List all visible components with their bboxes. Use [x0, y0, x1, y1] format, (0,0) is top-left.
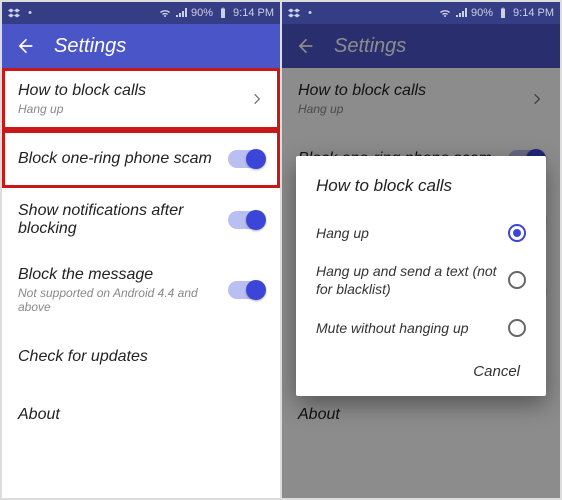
dialog-option-hang-up[interactable]: Hang up	[316, 214, 526, 252]
dropbox-icon	[8, 7, 20, 19]
setting-one-ring-scam[interactable]: Block one-ring phone scam	[2, 130, 280, 188]
dialog-option-hang-up-text[interactable]: Hang up and send a text (not for blackli…	[316, 252, 526, 308]
clock-text: 9:14 PM	[233, 7, 274, 19]
dialog-how-to-block: How to block calls Hang up Hang up and s…	[296, 156, 546, 396]
setting-title: About	[18, 406, 60, 424]
settings-list: How to block calls Hang up Block one-rin…	[2, 68, 280, 444]
setting-show-notifications[interactable]: Show notifications after blocking	[2, 188, 280, 252]
toggle-switch[interactable]	[228, 281, 264, 299]
page-title: Settings	[54, 35, 126, 58]
setting-title: How to block calls	[18, 82, 146, 100]
dialog-title: How to block calls	[316, 176, 526, 196]
dropbox-icon	[288, 7, 300, 19]
clock-text: 9:14 PM	[513, 7, 554, 19]
signal-icon	[175, 7, 187, 19]
wifi-icon	[439, 7, 451, 19]
setting-about[interactable]: About	[2, 386, 280, 444]
status-bar: • 90% 9:14 PM	[282, 2, 560, 24]
setting-title: Block the message	[18, 266, 228, 284]
notification-dot-icon: •	[24, 7, 36, 19]
radio-icon[interactable]	[508, 319, 526, 337]
battery-percent: 90%	[471, 7, 493, 19]
cancel-button[interactable]: Cancel	[467, 355, 526, 388]
chevron-right-icon	[250, 92, 264, 106]
signal-icon	[455, 7, 467, 19]
setting-block-message[interactable]: Block the message Not supported on Andro…	[2, 252, 280, 328]
setting-subtitle: Not supported on Android 4.4 and above	[18, 286, 228, 314]
battery-percent: 90%	[191, 7, 213, 19]
screen-left: • 90% 9:14 PM Settings How to block call…	[2, 2, 280, 498]
wifi-icon	[159, 7, 171, 19]
toggle-switch[interactable]	[228, 150, 264, 168]
dialog-option-mute[interactable]: Mute without hanging up	[316, 309, 526, 347]
setting-check-updates[interactable]: Check for updates	[2, 328, 280, 386]
screen-right: • 90% 9:14 PM Settings How to block call…	[282, 2, 560, 498]
setting-title: Block one-ring phone scam	[18, 150, 212, 168]
toggle-switch[interactable]	[228, 211, 264, 229]
option-label: Mute without hanging up	[316, 319, 469, 337]
status-bar: • 90% 9:14 PM	[2, 2, 280, 24]
back-icon[interactable]	[14, 36, 34, 56]
setting-title: Check for updates	[18, 348, 148, 366]
app-bar: Settings	[2, 24, 280, 68]
battery-icon	[497, 7, 509, 19]
radio-icon[interactable]	[508, 224, 526, 242]
battery-icon	[217, 7, 229, 19]
setting-title: Show notifications after blocking	[18, 202, 228, 238]
radio-icon[interactable]	[508, 271, 526, 289]
option-label: Hang up and send a text (not for blackli…	[316, 262, 498, 298]
option-label: Hang up	[316, 224, 369, 242]
setting-how-to-block[interactable]: How to block calls Hang up	[2, 68, 280, 130]
notification-dot-icon: •	[304, 7, 316, 19]
setting-subtitle: Hang up	[18, 102, 146, 116]
